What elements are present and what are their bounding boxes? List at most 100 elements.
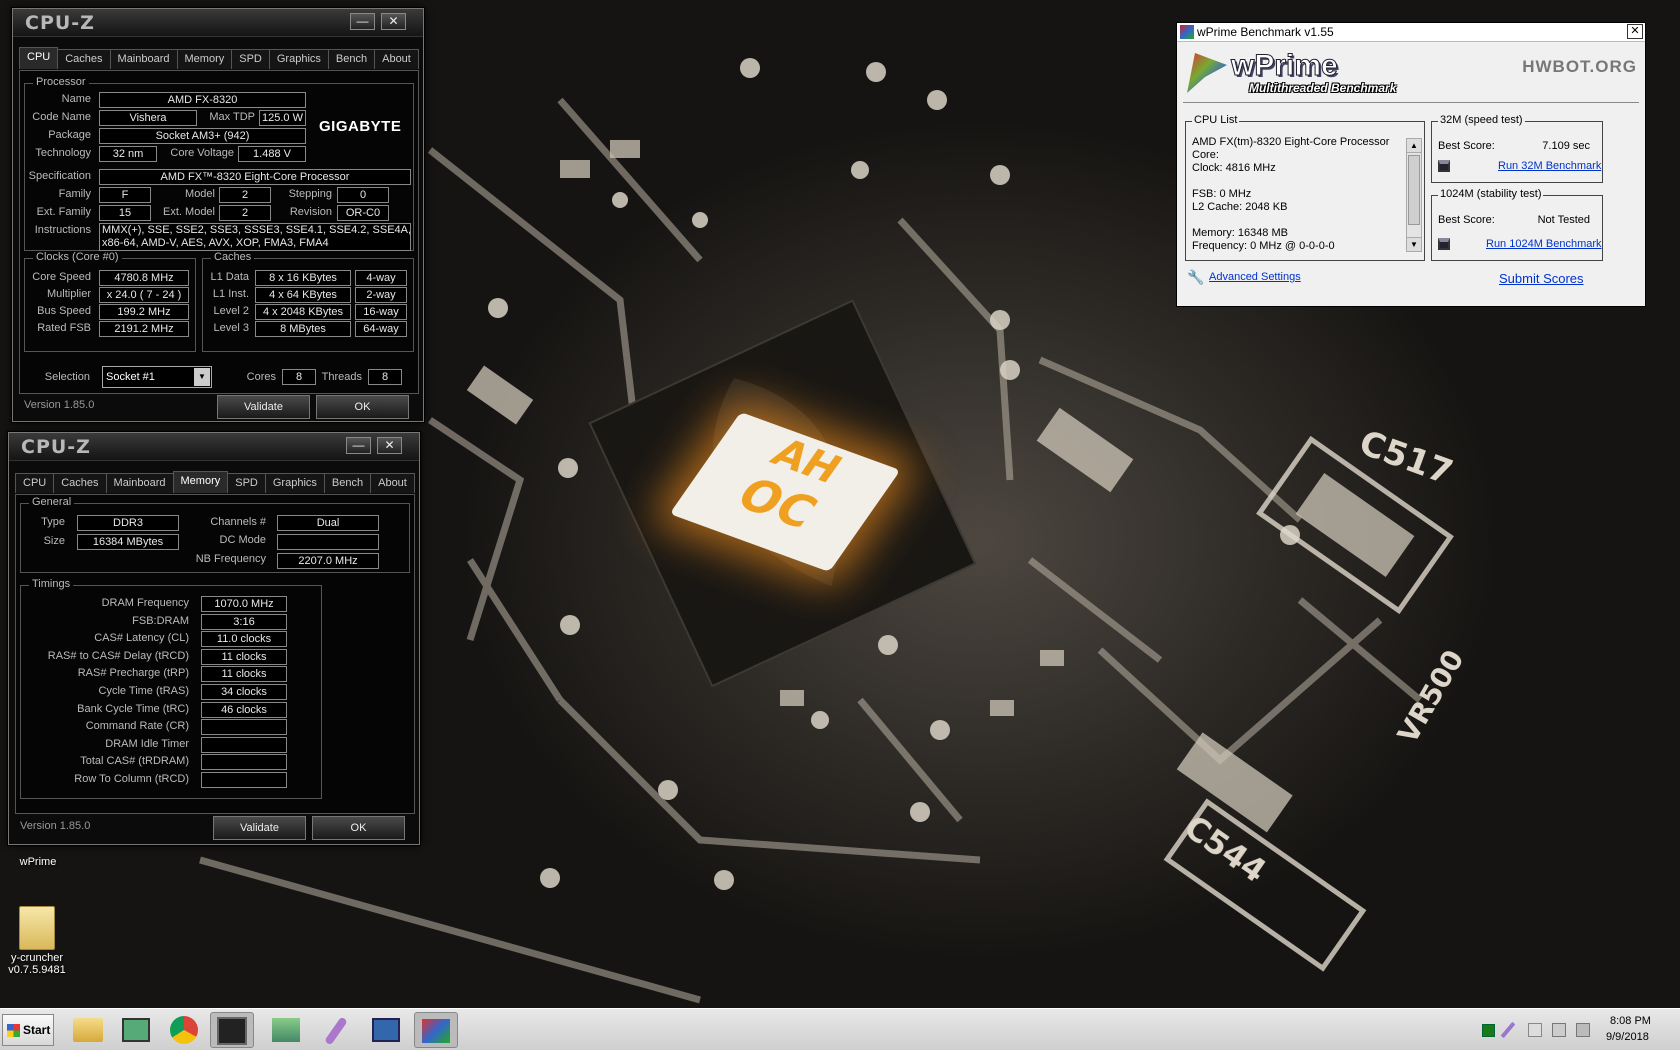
ok-button[interactable]: OK <box>312 816 405 840</box>
start-label: Start <box>23 1023 51 1037</box>
tab-cpu[interactable]: CPU <box>19 47 59 69</box>
app-icon <box>1180 25 1194 39</box>
group-label: Clocks (Core #0) <box>33 251 122 263</box>
scroll-thumb[interactable] <box>1408 155 1420 225</box>
tab-caches[interactable]: Caches <box>53 473 107 493</box>
tab-about[interactable]: About <box>374 49 419 69</box>
tab-mainboard[interactable]: Mainboard <box>109 49 178 69</box>
l1-inst-label: L1 Inst. <box>212 288 249 300</box>
taskbar-app-icon[interactable] <box>114 1012 158 1048</box>
caches-group: Caches L1 Data 8 x 16 KBytes 4-way L1 In… <box>202 251 414 352</box>
scroll-up-icon[interactable]: ▲ <box>1407 139 1421 153</box>
cpuz-logo: CPU-Z <box>25 12 95 34</box>
cores-value: 8 <box>282 369 316 385</box>
taskbar-cpuz-icon[interactable] <box>210 1012 254 1048</box>
save-icon[interactable] <box>1438 160 1450 172</box>
start-button[interactable]: Start <box>2 1014 54 1046</box>
tab-memory[interactable]: Memory <box>172 471 229 493</box>
cpuz-window-memory[interactable]: CPU-Z — ✕ CPU Caches Mainboard Memory SP… <box>8 432 420 845</box>
taskbar-app-icon-3[interactable] <box>364 1012 408 1048</box>
timing-value: 34 clocks <box>201 684 287 700</box>
tray-volume-icon[interactable] <box>1576 1023 1590 1037</box>
tab-graphics[interactable]: Graphics <box>268 49 329 69</box>
selection-value: Socket #1 <box>106 371 155 383</box>
clock-time[interactable]: 8:08 PM <box>1610 1015 1651 1027</box>
cpuz-window-cpu[interactable]: CPU-Z — ✕ CPU Caches Mainboard Memory SP… <box>12 8 424 422</box>
title-bar[interactable]: wPrime Benchmark v1.55 ✕ <box>1177 23 1645 42</box>
ok-button[interactable]: OK <box>316 395 409 419</box>
hwbot-logo[interactable]: HWBOT.ORG <box>1522 57 1637 77</box>
taskbar-pen-icon[interactable] <box>314 1012 358 1048</box>
wprime-logo: wPrime <box>1231 49 1339 83</box>
desktop-icon-y-cruncher[interactable]: y-cruncher v0.7.5.9481 <box>2 906 72 976</box>
window-title: wPrime Benchmark v1.55 <box>1197 25 1334 39</box>
rated-fsb-label: Rated FSB <box>37 322 91 334</box>
tab-caches[interactable]: Caches <box>57 49 111 69</box>
selection-label: Selection <box>44 371 90 383</box>
taskbar-app-icon-2[interactable] <box>264 1012 308 1048</box>
advanced-settings-link[interactable]: Advanced Settings <box>1209 271 1301 283</box>
tab-spd[interactable]: SPD <box>227 473 266 493</box>
close-button[interactable]: ✕ <box>377 437 402 454</box>
selection-dropdown[interactable]: Socket #1 ▼ <box>102 366 212 388</box>
tab-about[interactable]: About <box>370 473 415 493</box>
tab-memory[interactable]: Memory <box>176 49 233 69</box>
title-bar[interactable]: CPU-Z — ✕ <box>9 433 419 461</box>
title-bar[interactable]: CPU-Z — ✕ <box>13 9 423 37</box>
tab-bench[interactable]: Bench <box>323 473 372 493</box>
tab-cpu[interactable]: CPU <box>15 473 55 493</box>
clock-date[interactable]: 9/9/2018 <box>1606 1031 1649 1043</box>
core-voltage-value: 1.488 V <box>238 146 306 162</box>
run-1024m-link[interactable]: Run 1024M Benchmark <box>1486 238 1602 250</box>
minimize-button[interactable]: — <box>350 13 375 30</box>
wprime-window[interactable]: wPrime Benchmark v1.55 ✕ wPrime Multithr… <box>1176 22 1646 307</box>
submit-scores-link[interactable]: Submit Scores <box>1499 271 1584 286</box>
validate-button[interactable]: Validate <box>217 395 310 419</box>
cpu-list-line: Memory: 16348 MB <box>1192 227 1288 239</box>
cpu-list-line: Clock: 4816 MHz <box>1192 162 1276 174</box>
cores-label: Cores <box>246 371 276 383</box>
timing-value: 11.0 clocks <box>201 631 287 648</box>
tab-bench[interactable]: Bench <box>327 49 376 69</box>
taskbar-chrome-icon[interactable] <box>162 1012 206 1048</box>
timing-value: 11 clocks <box>201 666 287 683</box>
technology-value: 32 nm <box>99 146 157 162</box>
group-label: 1024M (stability test) <box>1438 188 1544 200</box>
package-label: Package <box>48 129 91 141</box>
tab-spd[interactable]: SPD <box>231 49 270 69</box>
timing-label: Cycle Time (tRAS) <box>98 685 189 697</box>
close-button[interactable]: ✕ <box>1627 24 1643 39</box>
tray-pen-icon[interactable] <box>1500 1021 1516 1039</box>
best-score-label: Best Score: <box>1438 214 1495 226</box>
tab-mainboard[interactable]: Mainboard <box>105 473 174 493</box>
best-score-1024m: Not Tested <box>1537 214 1590 226</box>
tray-green-icon[interactable] <box>1482 1024 1495 1037</box>
ext-model-label: Ext. Model <box>163 206 215 218</box>
minimize-button[interactable]: — <box>346 437 371 454</box>
general-group: General Type DDR3 Size 16384 MBytes Chan… <box>20 496 410 573</box>
taskbar-explorer-icon[interactable] <box>66 1012 110 1048</box>
core-speed-value: 4780.8 MHz <box>99 270 189 286</box>
group-label: 32M (speed test) <box>1438 114 1525 126</box>
specification-label: Specification <box>28 170 91 182</box>
run-32m-link[interactable]: Run 32M Benchmark <box>1498 160 1601 172</box>
chrome-icon <box>170 1016 198 1044</box>
group-label: Timings <box>29 578 74 590</box>
tray-network-icon[interactable] <box>1552 1023 1566 1037</box>
nb-frequency-label: NB Frequency <box>195 553 266 565</box>
tab-graphics[interactable]: Graphics <box>264 473 325 493</box>
validate-button[interactable]: Validate <box>213 816 306 840</box>
desktop-icon-wprime[interactable]: wPrime <box>10 842 66 868</box>
close-button[interactable]: ✕ <box>381 13 406 30</box>
chevron-down-icon[interactable]: ▼ <box>194 368 210 386</box>
ext-model-value: 2 <box>219 205 271 221</box>
instructions-line-2: x86-64, AMD-V, AES, AVX, XOP, FMA3, FMA4 <box>102 237 329 249</box>
taskbar-wprime-icon[interactable] <box>414 1012 458 1048</box>
wprime-subtitle: Multithreaded Benchmark <box>1249 81 1397 95</box>
scroll-down-icon[interactable]: ▼ <box>1407 237 1421 251</box>
timing-label: Row To Column (tRCD) <box>74 773 189 785</box>
scrollbar[interactable]: ▲ ▼ <box>1406 138 1422 252</box>
system-tray: 8:08 PM 9/9/2018 <box>1470 1009 1680 1050</box>
save-icon[interactable] <box>1438 238 1450 250</box>
tray-flag-icon[interactable] <box>1528 1023 1542 1037</box>
